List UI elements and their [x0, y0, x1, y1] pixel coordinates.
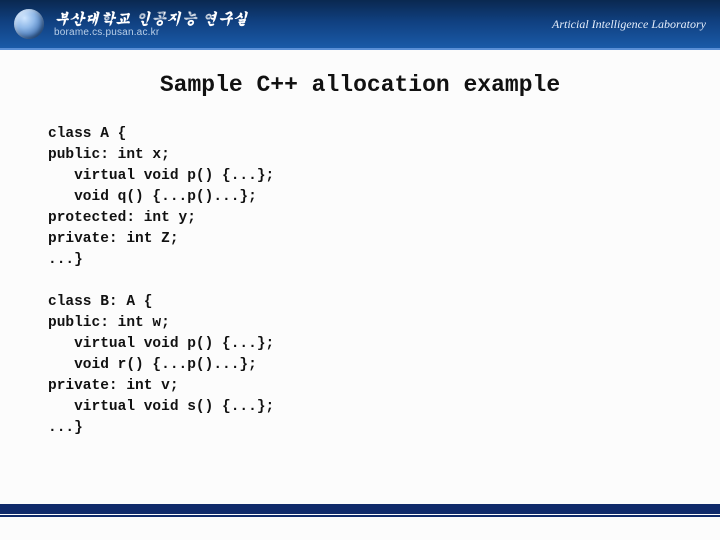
slide-title: Sample C++ allocation example — [48, 72, 672, 98]
header-bar: 부산대학교 인공지능 연구실 borame.cs.pusan.ac.kr Art… — [0, 0, 720, 48]
brand-title: 부산대학교 인공지능 연구실 — [54, 10, 248, 27]
code-block: class A { public: int x; virtual void p(… — [48, 124, 672, 439]
brand-subtitle: borame.cs.pusan.ac.kr — [54, 27, 248, 39]
footer-bar-thick — [0, 504, 720, 514]
lab-name: Articial Intelligence Laboratory — [552, 17, 706, 32]
brand-block: 부산대학교 인공지능 연구실 borame.cs.pusan.ac.kr — [54, 10, 248, 39]
footer-bar-thin — [0, 515, 720, 517]
footer-decoration — [0, 504, 720, 522]
slide-content: Sample C++ allocation example class A { … — [0, 48, 720, 439]
globe-logo-icon — [14, 9, 44, 39]
